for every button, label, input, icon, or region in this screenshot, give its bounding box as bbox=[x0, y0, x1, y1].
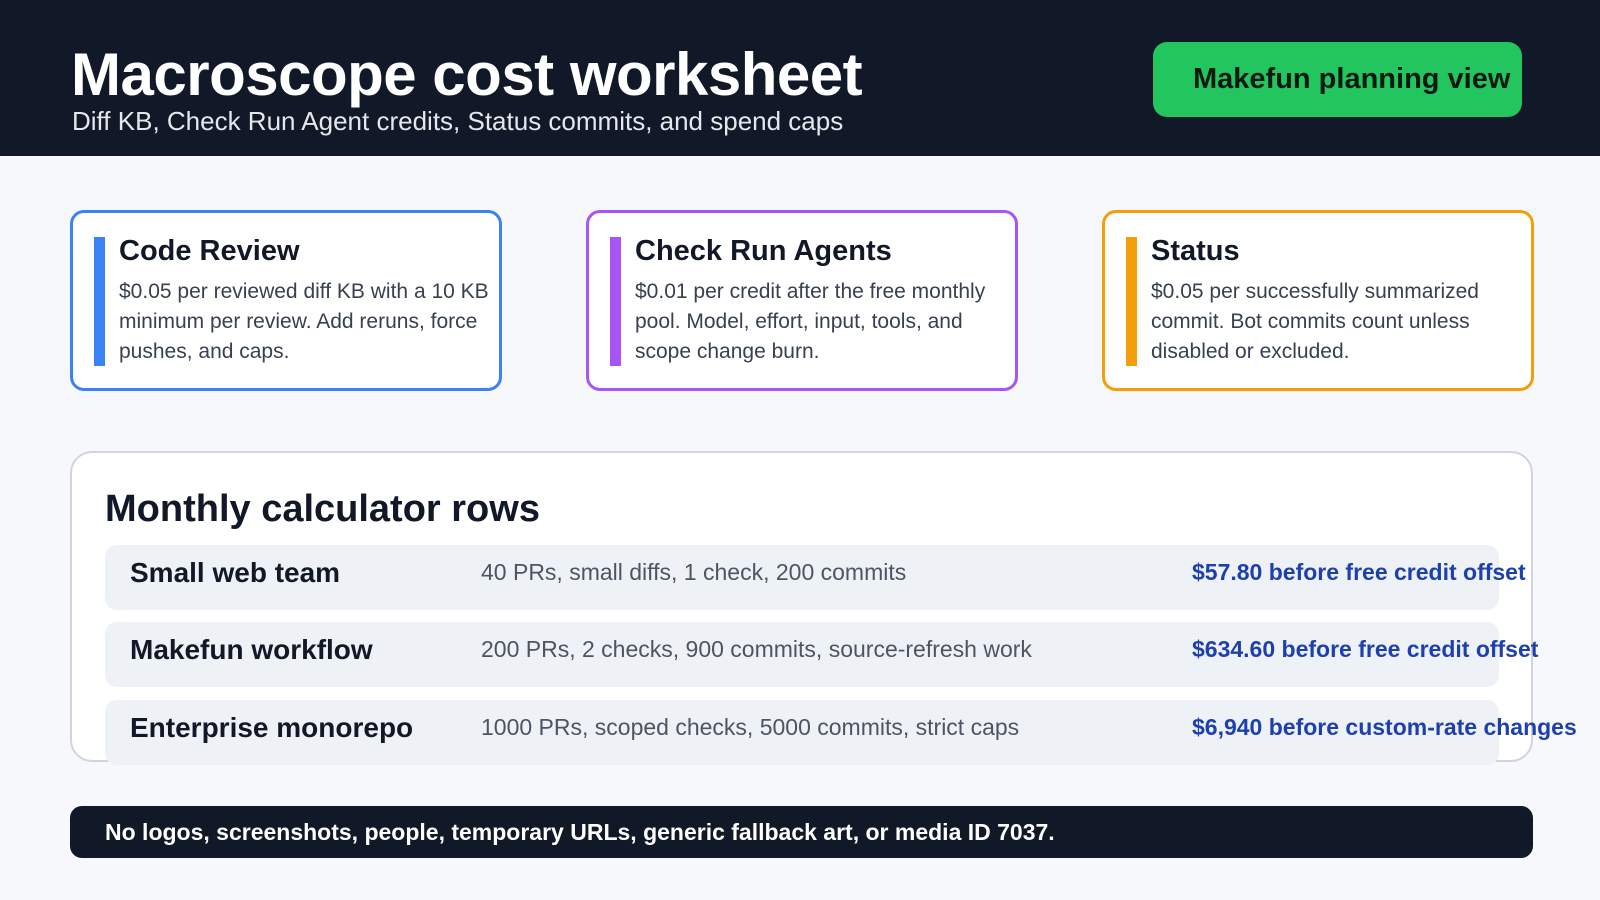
row-cost: $57.80 before free credit offset bbox=[1192, 559, 1526, 585]
row-cost: $634.60 before free credit offset bbox=[1192, 636, 1539, 662]
calculator-title: Monthly calculator rows bbox=[105, 488, 540, 530]
row-name: Makefun workflow bbox=[130, 634, 373, 665]
card-accent-bar bbox=[610, 237, 621, 366]
card-body: $0.01 per credit after the free monthly … bbox=[635, 280, 986, 363]
card-accent-bar bbox=[94, 237, 105, 366]
row-description: 200 PRs, 2 checks, 900 commits, source-r… bbox=[481, 636, 1032, 662]
card-code-review: Code Review $0.05 per reviewed diff KB w… bbox=[70, 210, 502, 391]
row-cost: $6,940 before custom-rate changes bbox=[1192, 714, 1577, 740]
row-description: 1000 PRs, scoped checks, 5000 commits, s… bbox=[481, 714, 1020, 740]
page-title: Macroscope cost worksheet bbox=[71, 41, 863, 108]
card-accent-bar bbox=[1126, 237, 1137, 366]
row-description: 40 PRs, small diffs, 1 check, 200 commit… bbox=[481, 559, 907, 585]
calculator-row: Small web team 40 PRs, small diffs, 1 ch… bbox=[105, 545, 1526, 610]
card-body: $0.05 per reviewed diff KB with a 10 KB … bbox=[119, 280, 489, 363]
row-name: Enterprise monorepo bbox=[130, 712, 414, 743]
card-check-run-agents: Check Run Agents $0.01 per credit after … bbox=[586, 210, 1018, 391]
planning-view-button[interactable]: Makefun planning view bbox=[1153, 42, 1522, 117]
calculator-row: Enterprise monorepo 1000 PRs, scoped che… bbox=[105, 700, 1577, 765]
card-title: Code Review bbox=[119, 235, 300, 267]
page-subtitle: Diff KB, Check Run Agent credits, Status… bbox=[72, 106, 844, 136]
card-body: $0.05 per successfully summarized commit… bbox=[1151, 280, 1479, 363]
row-name: Small web team bbox=[130, 557, 341, 588]
footer-note: No logos, screenshots, people, temporary… bbox=[70, 806, 1533, 858]
card-title: Status bbox=[1151, 235, 1240, 267]
calculator-row: Makefun workflow 200 PRs, 2 checks, 900 … bbox=[105, 622, 1538, 687]
card-title: Check Run Agents bbox=[635, 235, 892, 267]
card-status: Status $0.05 per successfully summarized… bbox=[1102, 210, 1534, 391]
